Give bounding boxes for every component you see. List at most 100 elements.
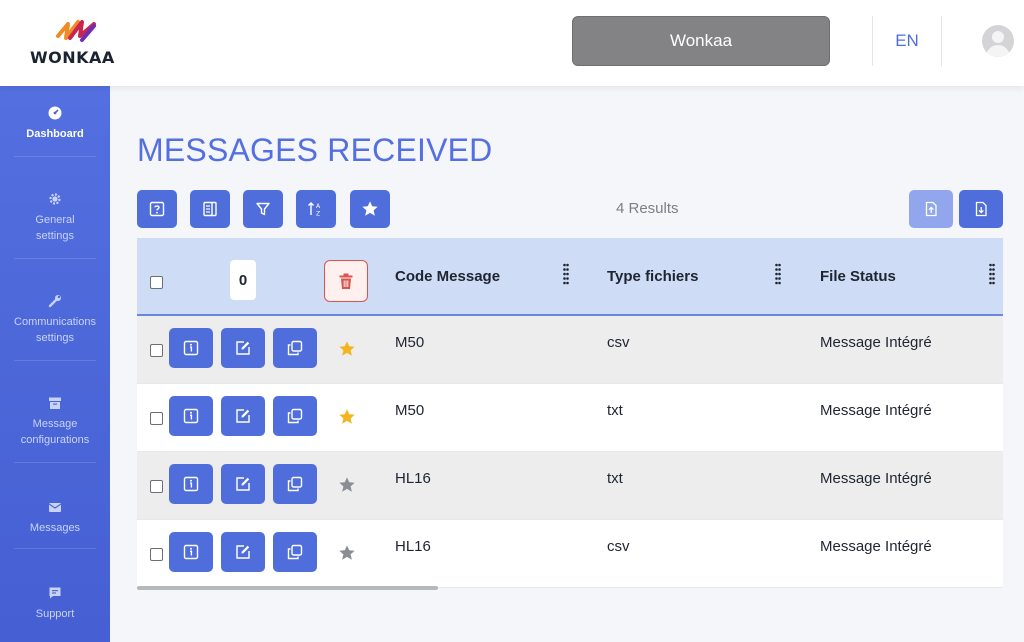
table-row[interactable]: HL16 txt Message Intégré: [137, 452, 1003, 520]
sidebar-item-dashboard[interactable]: Dashboard: [0, 106, 110, 142]
sidebar: Dashboard General settings Communication…: [0, 86, 110, 642]
column-resize-handle-icon[interactable]: [563, 263, 569, 285]
column-header-type-fichiers[interactable]: Type fichiers: [607, 268, 698, 285]
select-all-checkbox[interactable]: [150, 276, 163, 289]
star-icon: [362, 201, 378, 216]
sidebar-divider: [14, 548, 96, 549]
edit-icon: [236, 545, 250, 559]
info-icon: [183, 408, 199, 424]
duplicate-button[interactable]: [273, 328, 317, 368]
edit-button[interactable]: [221, 532, 265, 572]
sort-icon: AZ: [308, 202, 321, 218]
avatar[interactable]: [982, 25, 1014, 57]
type-fichiers-cell: csv: [607, 334, 630, 351]
help-button[interactable]: [137, 190, 177, 228]
table-row[interactable]: M50 csv Message Intégré: [137, 316, 1003, 384]
sidebar-item-general-settings[interactable]: General settings: [0, 192, 110, 244]
column-header-file-status[interactable]: File Status: [820, 268, 896, 285]
edit-icon: [236, 409, 250, 423]
code-message-cell: HL16: [395, 470, 431, 487]
copy-icon: [287, 476, 303, 492]
archive-icon: [49, 397, 61, 409]
edit-button[interactable]: [221, 328, 265, 368]
sidebar-item-label: Message configurations: [20, 418, 90, 446]
code-message-cell: HL16: [395, 538, 431, 555]
svg-text:Z: Z: [316, 211, 320, 218]
sidebar-item-label: General settings: [35, 214, 75, 242]
user-selector[interactable]: Wonkaa: [572, 16, 830, 66]
star-icon[interactable]: [338, 340, 356, 358]
details-button[interactable]: [169, 396, 213, 436]
row-checkbox[interactable]: [150, 412, 163, 425]
row-checkbox[interactable]: [150, 344, 163, 357]
copy-icon: [287, 340, 303, 356]
results-count: 4 Results: [616, 200, 679, 217]
export-button[interactable]: [959, 190, 1003, 228]
file-status-cell: Message Intégré: [820, 402, 932, 419]
sidebar-item-messages[interactable]: Messages: [0, 500, 110, 536]
sidebar-item-label: Messages: [29, 522, 81, 534]
duplicate-button[interactable]: [273, 464, 317, 504]
sidebar-item-label: Communications settings: [14, 316, 96, 344]
type-fichiers-cell: txt: [607, 470, 623, 487]
details-button[interactable]: [169, 532, 213, 572]
row-checkbox[interactable]: [150, 480, 163, 493]
row-checkbox[interactable]: [150, 548, 163, 561]
duplicate-button[interactable]: [273, 396, 317, 436]
top-header: WONKAA Wonkaa EN: [0, 0, 1024, 86]
edit-button[interactable]: [221, 396, 265, 436]
brand-logo[interactable]: WONKAA: [28, 18, 128, 68]
copy-icon: [287, 408, 303, 424]
help-icon: [149, 201, 165, 217]
brand-name: WONKAA: [30, 48, 115, 67]
filter-button[interactable]: [243, 190, 283, 228]
download-icon: [975, 201, 987, 217]
copy-icon: [287, 544, 303, 560]
sidebar-divider: [14, 360, 96, 361]
horizontal-scrollbar[interactable]: [137, 586, 438, 590]
logo-mark-icon: [56, 20, 96, 42]
language-switch[interactable]: EN: [874, 16, 940, 66]
table-row[interactable]: HL16 csv Message Intégré: [137, 520, 1003, 588]
star-icon[interactable]: [338, 408, 356, 426]
info-icon: [183, 544, 199, 560]
info-icon: [183, 476, 199, 492]
favorites-button[interactable]: [350, 190, 390, 228]
header-divider: [941, 16, 942, 66]
type-fichiers-cell: txt: [607, 402, 623, 419]
dashboard-icon: [48, 106, 62, 120]
duplicate-button[interactable]: [273, 532, 317, 572]
sidebar-item-support[interactable]: Support: [0, 586, 110, 622]
code-message-cell: M50: [395, 334, 425, 351]
sort-button[interactable]: AZ: [296, 190, 336, 228]
table-header: 0 Code Message Type fichiers File Status: [137, 238, 1003, 316]
column-header-code-message[interactable]: Code Message: [395, 268, 500, 285]
sidebar-item-communications-settings[interactable]: Communications settings: [0, 294, 110, 346]
envelope-icon: [48, 503, 62, 512]
column-resize-handle-icon[interactable]: [775, 263, 781, 285]
sidebar-divider: [14, 156, 96, 157]
file-status-cell: Message Intégré: [820, 334, 932, 351]
language-label: EN: [895, 31, 919, 50]
details-button[interactable]: [169, 328, 213, 368]
sidebar-item-message-configurations[interactable]: Message configurations: [0, 396, 110, 448]
details-button[interactable]: [169, 464, 213, 504]
header-divider: [872, 16, 873, 66]
columns-button[interactable]: [190, 190, 230, 228]
table-row[interactable]: M50 txt Message Intégré: [137, 384, 1003, 452]
import-button[interactable]: [909, 190, 953, 228]
trash-icon: [339, 273, 353, 289]
star-icon[interactable]: [338, 544, 356, 562]
wrench-icon: [48, 295, 61, 308]
info-icon: [183, 340, 199, 356]
edit-icon: [236, 341, 250, 355]
delete-button[interactable]: [324, 260, 368, 302]
columns-icon: [203, 201, 217, 217]
svg-text:A: A: [316, 203, 321, 210]
user-selector-label: Wonkaa: [669, 31, 733, 50]
edit-button[interactable]: [221, 464, 265, 504]
star-icon[interactable]: [338, 476, 356, 494]
column-resize-handle-icon[interactable]: [989, 263, 995, 285]
file-status-cell: Message Intégré: [820, 538, 932, 555]
selected-count: 0: [230, 260, 256, 300]
